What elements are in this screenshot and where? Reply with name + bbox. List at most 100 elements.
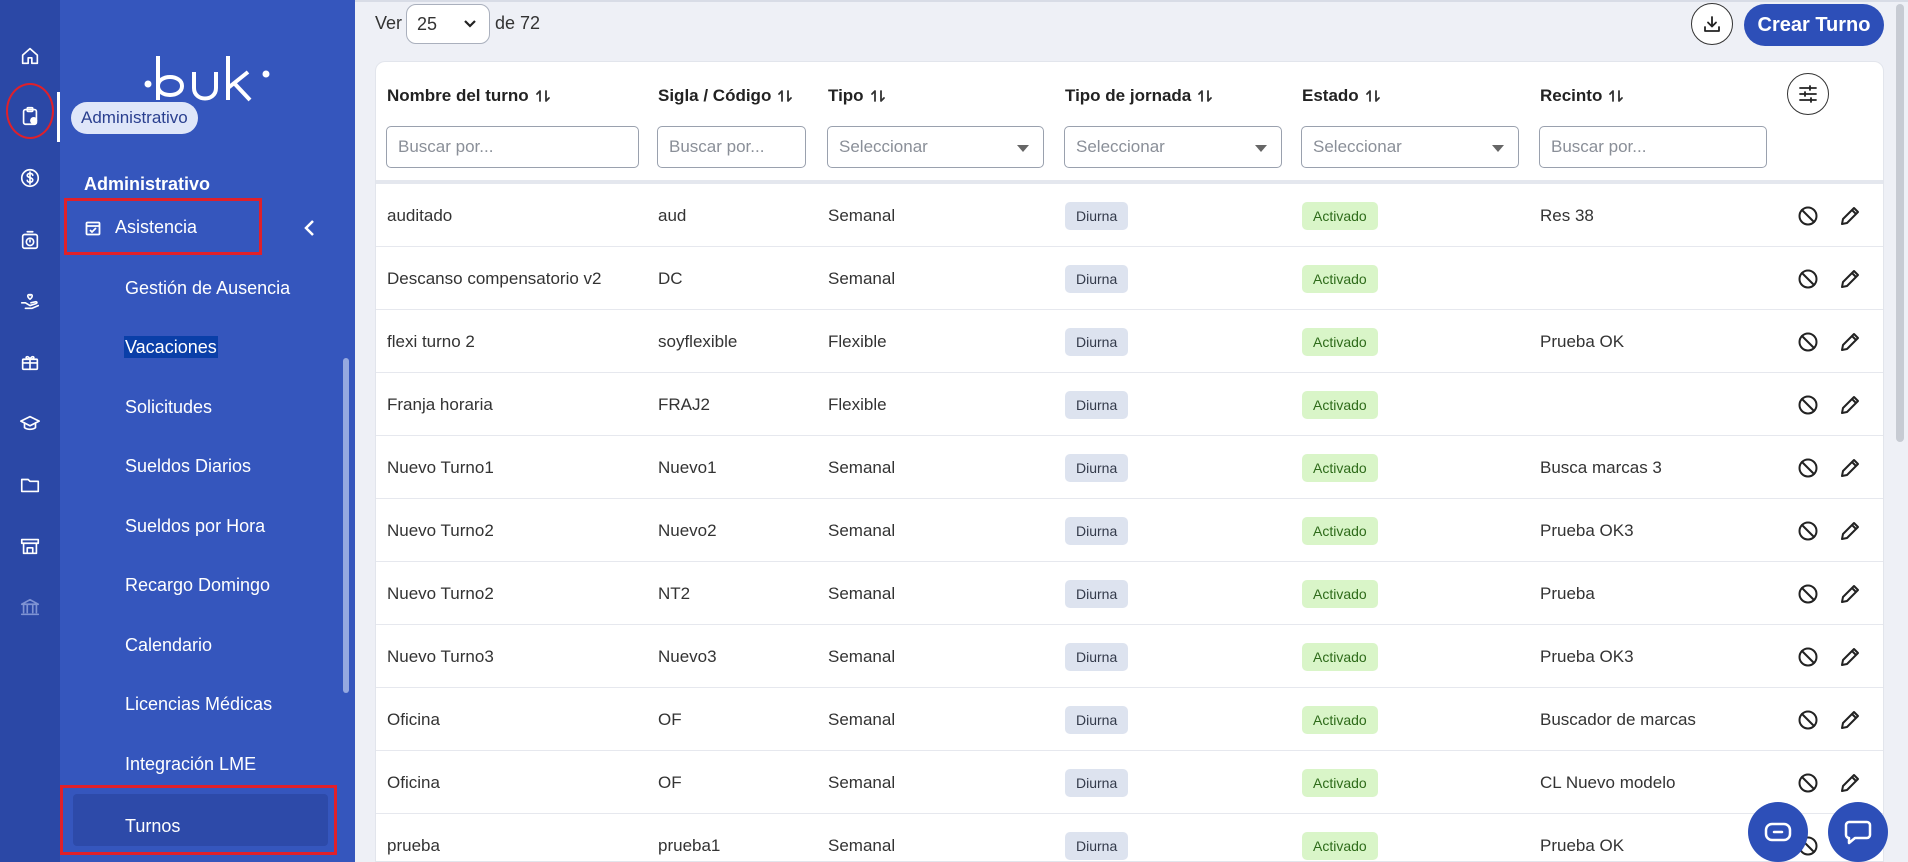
cell-code: DC <box>658 269 683 288</box>
filter-jornada-select[interactable]: Seleccionar <box>1064 126 1282 168</box>
sidebar-group-asistencia[interactable]: Asistencia <box>64 198 262 255</box>
deactivate-icon[interactable] <box>1796 519 1820 543</box>
sidebar-item-vacaciones[interactable]: Vacaciones <box>125 337 217 358</box>
deactivate-icon[interactable] <box>1796 393 1820 417</box>
cell-type: Semanal <box>828 710 896 729</box>
edit-pencil-icon[interactable] <box>1838 519 1862 543</box>
cell-type: Semanal <box>828 836 896 855</box>
sidebar-item-solicitudes[interactable]: Solicitudes <box>125 397 212 418</box>
edit-pencil-icon[interactable] <box>1838 393 1862 417</box>
edit-pencil-icon[interactable] <box>1838 330 1862 354</box>
gift-icon[interactable] <box>15 347 45 377</box>
bot-icon <box>1764 822 1792 842</box>
download-icon <box>1704 16 1720 32</box>
filter-name-input[interactable]: Buscar por... <box>386 126 639 168</box>
page-size-label: Ver <box>375 13 403 33</box>
sidebar-item-calendario[interactable]: Calendario <box>125 635 212 656</box>
table-row: Nuevo Turno2 NT2 Semanal Diurna Activado Prue… <box>376 562 1883 625</box>
cell-recinto: Res 38 <box>1540 206 1594 225</box>
cell-name: Franja horaria <box>387 395 493 414</box>
chat-bubble-icon <box>1844 820 1872 845</box>
graduation-cap-icon[interactable] <box>15 408 45 438</box>
cell-recinto: Prueba <box>1540 584 1595 603</box>
chat-bot-button[interactable] <box>1748 802 1808 862</box>
select-placeholder: Seleccionar <box>1313 137 1402 156</box>
filter-code-input[interactable]: Buscar por... <box>657 126 806 168</box>
deactivate-icon[interactable] <box>1796 267 1820 291</box>
bank-icon[interactable] <box>15 592 45 622</box>
jornada-badge: Diurna <box>1065 643 1129 671</box>
column-header-name[interactable]: Nombre del turno <box>387 86 551 106</box>
cell-name: prueba <box>387 836 440 855</box>
jornada-badge: Diurna <box>1065 265 1129 293</box>
edit-pencil-icon[interactable] <box>1838 582 1862 606</box>
hand-heart-icon[interactable] <box>15 286 45 316</box>
page-size-select[interactable]: 25 <box>406 4 490 44</box>
cell-name: Nuevo Turno2 <box>387 584 494 603</box>
edit-pencil-icon[interactable] <box>1838 456 1862 480</box>
collapse-chevron-icon[interactable] <box>302 218 318 238</box>
cell-name: Oficina <box>387 773 440 792</box>
cell-code: soyflexible <box>658 332 738 351</box>
edit-pencil-icon[interactable] <box>1838 204 1862 228</box>
main-scrollbar[interactable] <box>1896 4 1904 442</box>
deactivate-icon[interactable] <box>1796 708 1820 732</box>
sort-icon <box>1198 90 1213 102</box>
download-button[interactable] <box>1691 3 1733 45</box>
deactivate-icon[interactable] <box>1796 771 1820 795</box>
dollar-icon[interactable] <box>15 163 45 193</box>
jornada-badge: Diurna <box>1065 580 1129 608</box>
edit-pencil-icon[interactable] <box>1838 708 1862 732</box>
deactivate-icon[interactable] <box>1796 456 1820 480</box>
filter-type-select[interactable]: Seleccionar <box>827 126 1044 168</box>
home-icon[interactable] <box>15 41 45 71</box>
table-row: Descanso compensatorio v2 DC Semanal Diurna… <box>376 247 1883 310</box>
cell-name: Descanso compensatorio v2 <box>387 269 602 288</box>
cell-recinto: Busca marcas 3 <box>1540 458 1662 477</box>
sidebar-item-gestion-ausencia[interactable]: Gestión de Ausencia <box>125 278 290 299</box>
edit-pencil-icon[interactable] <box>1838 645 1862 669</box>
cell-recinto: Buscador de marcas <box>1540 710 1696 729</box>
column-settings-button[interactable] <box>1787 73 1829 115</box>
column-header-estado[interactable]: Estado <box>1302 86 1381 106</box>
sidebar-item-turnos[interactable]: Turnos <box>60 785 337 855</box>
filter-recinto-input[interactable]: Buscar por... <box>1539 126 1767 168</box>
header-label: Estado <box>1302 86 1359 105</box>
sidebar-scrollbar[interactable] <box>343 358 349 693</box>
edit-pencil-icon[interactable] <box>1838 771 1862 795</box>
column-header-jornada[interactable]: Tipo de jornada <box>1065 86 1213 106</box>
create-shift-button[interactable]: Crear Turno <box>1744 4 1884 46</box>
table-row: Oficina OF Semanal Diurna Activado Buscador d… <box>376 688 1883 751</box>
sidebar-item-licencias-medicas[interactable]: Licencias Médicas <box>125 694 272 715</box>
cell-type: Flexible <box>828 332 887 351</box>
cell-code: prueba1 <box>658 836 721 855</box>
filter-estado-select[interactable]: Seleccionar <box>1301 126 1519 168</box>
table-row: auditado aud Semanal Diurna Activado Res 38 <box>376 184 1883 247</box>
cell-code: Nuevo1 <box>658 458 717 477</box>
store-icon[interactable] <box>15 531 45 561</box>
chat-message-button[interactable] <box>1828 802 1888 862</box>
sidebar-item-sueldos-hora[interactable]: Sueldos por Hora <box>125 516 265 537</box>
edit-pencil-icon[interactable] <box>1838 267 1862 291</box>
status-badge: Activado <box>1302 643 1378 671</box>
sidebar-item-sueldos-diarios[interactable]: Sueldos Diarios <box>125 456 251 477</box>
deactivate-icon[interactable] <box>1796 582 1820 606</box>
sidebar-item-integracion-lme[interactable]: Integración LME <box>125 754 256 775</box>
status-badge: Activado <box>1302 706 1378 734</box>
status-badge: Activado <box>1302 769 1378 797</box>
deactivate-icon[interactable] <box>1796 330 1820 354</box>
timer-icon[interactable] <box>15 225 45 255</box>
column-header-type[interactable]: Tipo <box>828 86 886 106</box>
deactivate-icon[interactable] <box>1796 204 1820 228</box>
deactivate-icon[interactable] <box>1796 645 1820 669</box>
column-header-code[interactable]: Sigla / Código <box>658 86 793 106</box>
cell-code: aud <box>658 206 687 225</box>
sidebar-item-recargo-domingo[interactable]: Recargo Domingo <box>125 575 270 596</box>
column-header-recinto[interactable]: Recinto <box>1540 86 1624 106</box>
status-badge: Activado <box>1302 580 1378 608</box>
shifts-table: Nombre del turno Sigla / Código Tipo Tip… <box>375 61 1884 862</box>
cell-type: Flexible <box>828 395 887 414</box>
status-badge: Activado <box>1302 391 1378 419</box>
folder-icon[interactable] <box>15 470 45 500</box>
cell-recinto: Prueba OK3 <box>1540 647 1634 666</box>
